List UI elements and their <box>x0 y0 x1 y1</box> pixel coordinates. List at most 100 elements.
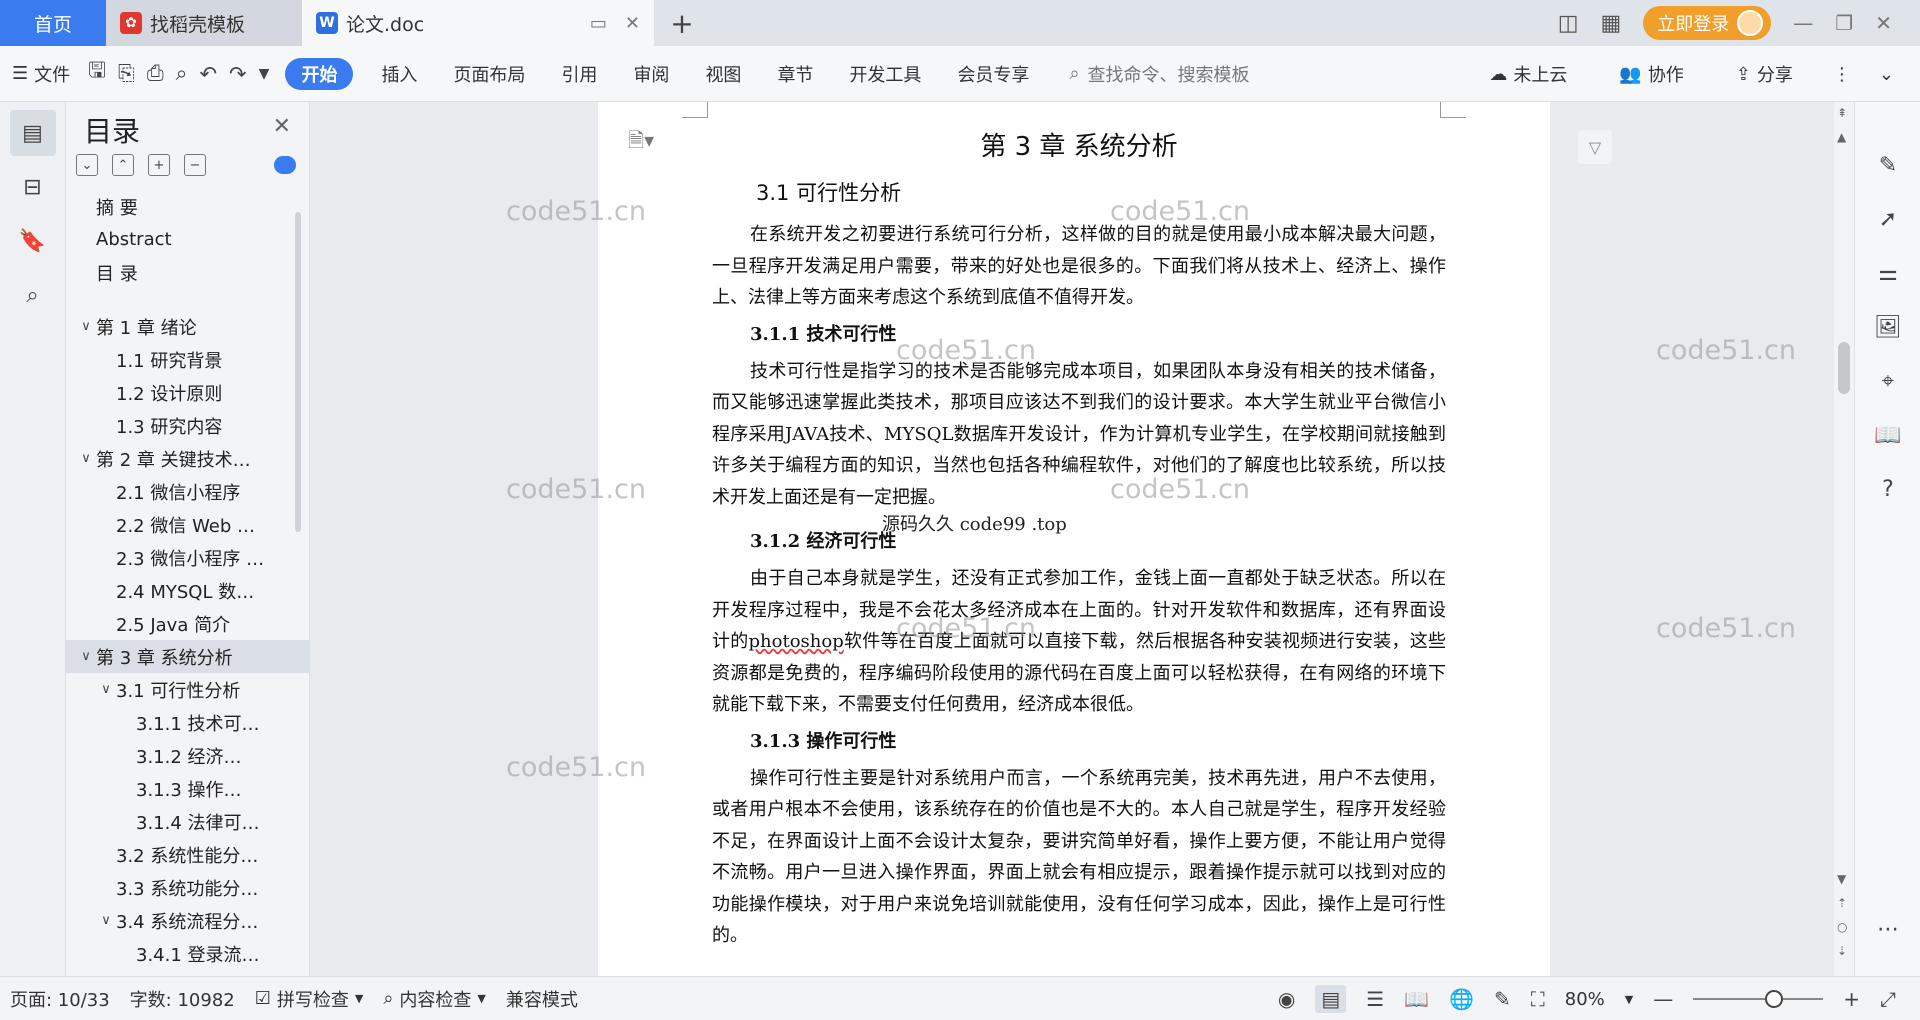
scroll-thumb[interactable] <box>1838 342 1850 394</box>
toc-item[interactable]: 1.2 设计原则 <box>66 376 310 409</box>
write-view-icon[interactable]: ✎ <box>1494 987 1511 1011</box>
toc-scrollbar[interactable] <box>295 212 301 532</box>
toc-item[interactable]: 3.1.3 操作… <box>66 772 310 805</box>
share-button[interactable]: ⇪ 分享 <box>1724 61 1805 87</box>
tab-insert[interactable]: 插入 <box>363 61 435 87</box>
toc-item[interactable]: ∨ 第 1 章 绪论 <box>66 310 310 343</box>
scroll-up-icon[interactable]: ▲ <box>1837 130 1846 144</box>
toc-item[interactable]: 3.1.1 技术可… <box>66 706 310 739</box>
print-icon[interactable]: ⎙ <box>141 61 170 86</box>
toc-sync-toggle[interactable] <box>274 156 296 174</box>
more-horizontal-icon[interactable]: ⋯ <box>1855 902 1920 956</box>
fit-page-icon[interactable]: ⛶ <box>1531 987 1545 1011</box>
sliders-icon[interactable]: ⚌ <box>1855 246 1920 300</box>
find-icon[interactable]: ⌕ <box>10 272 56 318</box>
document-page[interactable]: 🗎▾ 第 3 章 系统分析 3.1 可行性分析 在系统开发之初要进行系统可行分析… <box>598 102 1550 976</box>
chevron-down-icon[interactable]: ∨ <box>76 319 96 334</box>
toc-item[interactable]: 2.3 微信小程序 … <box>66 541 310 574</box>
expand-all-icon[interactable]: ⌄ <box>76 154 98 176</box>
pen-icon[interactable]: ✎ <box>1855 138 1920 192</box>
tab-member[interactable]: 会员专享 <box>939 61 1047 87</box>
tab-document[interactable]: W 论文.doc ▭ ✕ <box>302 0 654 46</box>
tab-home[interactable]: 首页 <box>0 0 106 46</box>
tab-page-layout[interactable]: 页面布局 <box>435 61 543 87</box>
toc-item[interactable]: 3.3 系统功能分… <box>66 871 310 904</box>
reader-icon[interactable]: 📖 <box>1855 408 1920 462</box>
print-preview-icon[interactable]: ⌕ <box>170 61 194 86</box>
toc-item[interactable]: 3.1.4 法律可… <box>66 805 310 838</box>
toc-item[interactable]: Abstract <box>66 223 310 256</box>
tab-review[interactable]: 审阅 <box>615 61 687 87</box>
grid-apps-icon[interactable]: ▦ <box>1601 11 1622 36</box>
zoom-out-icon[interactable]: — <box>1653 987 1673 1011</box>
collaborate-button[interactable]: 👥 协作 <box>1607 61 1695 87</box>
spell-error-word[interactable]: photoshop <box>749 631 844 652</box>
close-window-icon[interactable]: ✕ <box>1875 11 1892 35</box>
toc-item[interactable]: 3.4.1 登录流… <box>66 937 310 970</box>
toc-item[interactable]: 2.1 微信小程序 <box>66 475 310 508</box>
toc-item[interactable]: 2.2 微信 Web … <box>66 508 310 541</box>
close-icon[interactable]: ✕ <box>273 114 291 139</box>
toc-item[interactable]: ∨ 3.1 可行性分析 <box>66 673 310 706</box>
bookmark-icon[interactable]: 🔖 <box>10 218 56 264</box>
tab-chapter[interactable]: 章节 <box>759 61 831 87</box>
reading-view-icon[interactable]: 📖 <box>1404 987 1429 1011</box>
chevron-down-icon[interactable]: ∨ <box>76 649 96 664</box>
filter-icon[interactable]: ▽ <box>1578 130 1612 164</box>
command-search[interactable]: ⌕ 查找命令、搜索模板 <box>1047 61 1249 87</box>
zoom-level[interactable]: 80% <box>1565 989 1605 1010</box>
more-vertical-icon[interactable]: ⋮ <box>1833 64 1851 85</box>
vertical-scrollbar[interactable]: ⇞ ▲ ▼ ⇡ ○ ⇣ <box>1834 102 1854 976</box>
image-icon[interactable]: 🖼 <box>1855 300 1920 354</box>
location-icon[interactable]: ⌖ <box>1855 354 1920 408</box>
layout-icon[interactable]: ◫ <box>1558 11 1579 36</box>
collapse-ribbon-icon[interactable]: ⌄ <box>1879 64 1894 85</box>
toc-item[interactable]: 1.1 研究背景 <box>66 343 310 376</box>
add-level-icon[interactable]: + <box>148 154 170 176</box>
toc-item[interactable]: 摘 要 <box>66 190 310 223</box>
toc-panel-icon[interactable]: ▤ <box>9 110 56 156</box>
prev-page-icon[interactable]: ⇡ <box>1837 896 1847 910</box>
file-menu[interactable]: ☰ 文件 <box>0 61 82 87</box>
toc-item[interactable]: ∨ 第 3 章 系统分析 <box>66 640 310 673</box>
content-check-button[interactable]: ⌕ 内容检查 ▼ <box>373 986 496 1012</box>
scroll-top-icon[interactable]: ⇞ <box>1837 106 1847 120</box>
document-menu-icon[interactable]: 🗎▾ <box>628 126 654 160</box>
chevron-down-icon[interactable]: ∨ <box>96 682 116 697</box>
help-icon[interactable]: ? <box>1855 462 1920 516</box>
toc-item[interactable]: 3.1.2 经济… <box>66 739 310 772</box>
toc-item[interactable]: 2.5 Java 简介 <box>66 607 310 640</box>
login-button[interactable]: 立即登录 <box>1643 6 1772 40</box>
fullscreen-icon[interactable]: ⤢ <box>1880 987 1896 1011</box>
remove-level-icon[interactable]: − <box>184 154 206 176</box>
minimize-icon[interactable]: — <box>1793 11 1813 35</box>
outline-view-icon[interactable]: ☰ <box>1366 987 1384 1011</box>
new-tab-button[interactable]: + <box>654 0 710 46</box>
toc-item[interactable]: 目 录 <box>66 256 310 289</box>
collapse-all-icon[interactable]: ⌃ <box>112 154 134 176</box>
compat-mode[interactable]: 兼容模式 <box>496 986 588 1012</box>
toc-item[interactable]: 2.4 MYSQL 数… <box>66 574 310 607</box>
restore-icon[interactable]: ❐ <box>1835 11 1853 35</box>
redo-icon[interactable]: ↷ <box>223 62 253 86</box>
eye-protection-icon[interactable]: ◉ <box>1278 987 1295 1011</box>
spell-check-button[interactable]: ☑ 拼写检查 ▼ <box>245 986 374 1012</box>
chevron-down-icon[interactable]: ▼ <box>253 66 276 82</box>
tab-developer[interactable]: 开发工具 <box>831 61 939 87</box>
toc-item[interactable]: ∨ 3.4 系统流程分… <box>66 904 310 937</box>
toc-item[interactable]: 3.2 系统性能分… <box>66 838 310 871</box>
save-icon[interactable]: 🖫 <box>82 56 112 91</box>
toc-item[interactable]: 1.3 研究内容 <box>66 409 310 442</box>
chevron-down-icon[interactable]: ▼ <box>1625 993 1633 1006</box>
zoom-slider[interactable] <box>1693 990 1824 1008</box>
word-count[interactable]: 字数: 10982 <box>120 986 245 1012</box>
tab-view[interactable]: 视图 <box>687 61 759 87</box>
cursor-icon[interactable]: ➚ <box>1855 192 1920 246</box>
tab-references[interactable]: 引用 <box>543 61 615 87</box>
monitor-icon[interactable]: ▭ <box>590 13 607 34</box>
toc-item[interactable]: ∨ 第 2 章 关键技术… <box>66 442 310 475</box>
select-browse-icon[interactable]: ○ <box>1837 920 1847 934</box>
zoom-in-icon[interactable]: + <box>1843 987 1860 1011</box>
web-view-icon[interactable]: 🌐 <box>1449 987 1474 1011</box>
chevron-down-icon[interactable]: ∨ <box>76 451 96 466</box>
